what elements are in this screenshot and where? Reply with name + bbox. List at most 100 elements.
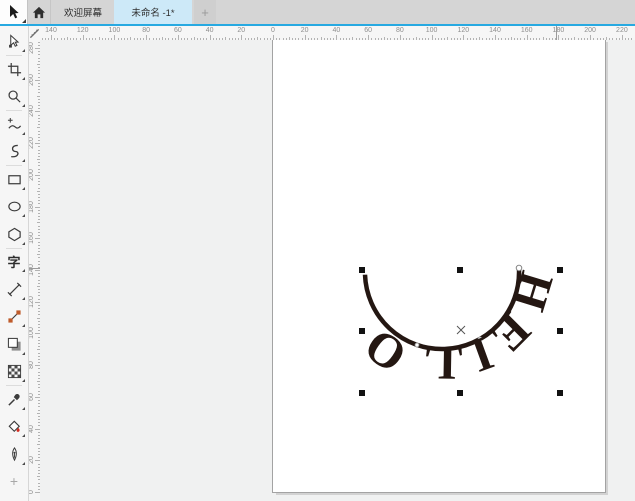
flyout-indicator-icon xyxy=(22,352,25,355)
home-button[interactable] xyxy=(28,0,50,24)
text-tool[interactable]: 字 xyxy=(1,248,27,274)
add-tool-icon: + xyxy=(10,473,18,489)
crop-tool[interactable] xyxy=(1,56,27,82)
selection-handle[interactable] xyxy=(457,267,463,273)
tab-untitled-label: 未命名 -1* xyxy=(131,5,174,19)
ruler-corner-icon xyxy=(29,28,40,39)
flyout-indicator-icon xyxy=(22,77,25,80)
connector-tool[interactable] xyxy=(1,303,27,329)
ruler-label: 160 xyxy=(28,226,40,250)
flyout-indicator-icon xyxy=(22,324,25,327)
add-tool-tool[interactable]: + xyxy=(1,468,27,494)
shape-icon xyxy=(7,34,22,49)
eyedropper-tool[interactable] xyxy=(1,386,27,412)
ruler-label: 0 xyxy=(261,27,285,34)
flyout-indicator-icon xyxy=(22,379,25,382)
dimension-tool[interactable] xyxy=(1,276,27,302)
transparency-tool[interactable] xyxy=(1,358,27,384)
eyedropper-icon xyxy=(7,392,22,407)
freehand-tool[interactable] xyxy=(1,111,27,137)
smart-fill-tool[interactable] xyxy=(1,413,27,439)
flyout-indicator-icon xyxy=(22,132,25,135)
flyout-indicator-icon xyxy=(22,434,25,437)
ruler-label: 80 xyxy=(134,27,158,34)
ruler-label: 160 xyxy=(515,27,539,34)
home-icon xyxy=(32,6,46,19)
app-window: 欢迎屏幕 未命名 -1* + 1401201008060402002040608… xyxy=(0,0,635,501)
crop-icon xyxy=(7,62,22,77)
ruler-label: 20 xyxy=(229,27,253,34)
ruler-label: 220 xyxy=(610,27,634,34)
flyout-indicator-icon xyxy=(22,214,25,217)
ruler-label: 60 xyxy=(166,27,190,34)
text-tool-icon: 字 xyxy=(7,252,20,271)
transparency-icon xyxy=(7,364,22,379)
flyout-indicator-icon xyxy=(22,187,25,190)
ruler-label: 40 xyxy=(198,27,222,34)
ruler-label: 80 xyxy=(388,27,412,34)
tab-welcome-screen[interactable]: 欢迎屏幕 xyxy=(50,0,115,24)
flyout-indicator-icon xyxy=(22,104,25,107)
ruler-label: 120 xyxy=(71,27,95,34)
ruler-label: 180 xyxy=(546,27,570,34)
ruler-label: 100 xyxy=(102,27,126,34)
flyout-indicator-icon xyxy=(22,269,25,272)
ruler-label: 100 xyxy=(420,27,444,34)
ruler-label: 200 xyxy=(578,27,602,34)
selection-handle[interactable] xyxy=(557,390,563,396)
selection-handle[interactable] xyxy=(359,390,365,396)
flyout-indicator-icon xyxy=(22,49,25,52)
polygon-icon xyxy=(7,227,22,242)
character-node[interactable] xyxy=(415,343,419,347)
tab-welcome-label: 欢迎屏幕 xyxy=(64,5,102,19)
ruler-label: 20 xyxy=(293,27,317,34)
ruler-label: 40 xyxy=(324,27,348,34)
selection-handle[interactable] xyxy=(457,390,463,396)
artwork-letter[interactable]: L xyxy=(424,338,457,387)
ruler-label: 280 xyxy=(28,40,40,60)
ruler-label: 180 xyxy=(28,195,40,219)
ruler-label: 60 xyxy=(28,385,40,409)
ruler-label: 140 xyxy=(40,27,63,34)
ruler-label: 100 xyxy=(28,321,40,345)
toolbox-separator xyxy=(6,55,22,56)
flyout-indicator-icon xyxy=(22,159,25,162)
document-tab-bar: 欢迎屏幕 未命名 -1* + xyxy=(0,0,635,26)
dimension-icon xyxy=(7,282,22,297)
drawing-canvas[interactable]: HELLO xyxy=(40,40,635,501)
curve-tool[interactable] xyxy=(1,138,27,164)
ruler-label: 40 xyxy=(28,417,40,441)
polygon-tool[interactable] xyxy=(1,221,27,247)
pen-icon xyxy=(7,447,22,462)
flyout-indicator-icon xyxy=(22,242,25,245)
new-document-tab-button[interactable]: + xyxy=(194,0,216,24)
flyout-indicator-icon xyxy=(22,19,26,23)
flyout-indicator-icon xyxy=(22,297,25,300)
ruler-label: 220 xyxy=(28,131,40,155)
horizontal-ruler[interactable]: 1401201008060402002040608010012014016018… xyxy=(40,26,635,41)
pen-tool[interactable] xyxy=(1,441,27,467)
ellipse-icon xyxy=(7,199,22,214)
ruler-label: 80 xyxy=(28,353,40,377)
selection-handle[interactable] xyxy=(359,328,365,334)
ruler-label: 140 xyxy=(483,27,507,34)
shape-tool[interactable] xyxy=(1,28,27,54)
ellipse-tool[interactable] xyxy=(1,193,27,219)
flyout-indicator-icon xyxy=(22,407,25,410)
pick-tool[interactable] xyxy=(0,0,28,25)
rectangle-tool[interactable] xyxy=(1,166,27,192)
zoom-tool[interactable] xyxy=(1,83,27,109)
ruler-label: 260 xyxy=(28,68,40,92)
ruler-origin-corner[interactable] xyxy=(28,26,40,40)
toolbox-separator xyxy=(6,248,22,249)
ruler-label: 0 xyxy=(28,480,40,501)
drop-shadow-tool[interactable] xyxy=(1,331,27,357)
selection-handle[interactable] xyxy=(557,267,563,273)
toolbox-separator xyxy=(6,165,22,166)
toolbox-separator xyxy=(6,110,22,111)
selection-handle[interactable] xyxy=(359,267,365,273)
freehand-icon xyxy=(7,117,22,132)
toolbox-separator xyxy=(6,385,22,386)
selection-handle[interactable] xyxy=(557,328,563,334)
tab-untitled-document[interactable]: 未命名 -1* xyxy=(114,0,192,24)
